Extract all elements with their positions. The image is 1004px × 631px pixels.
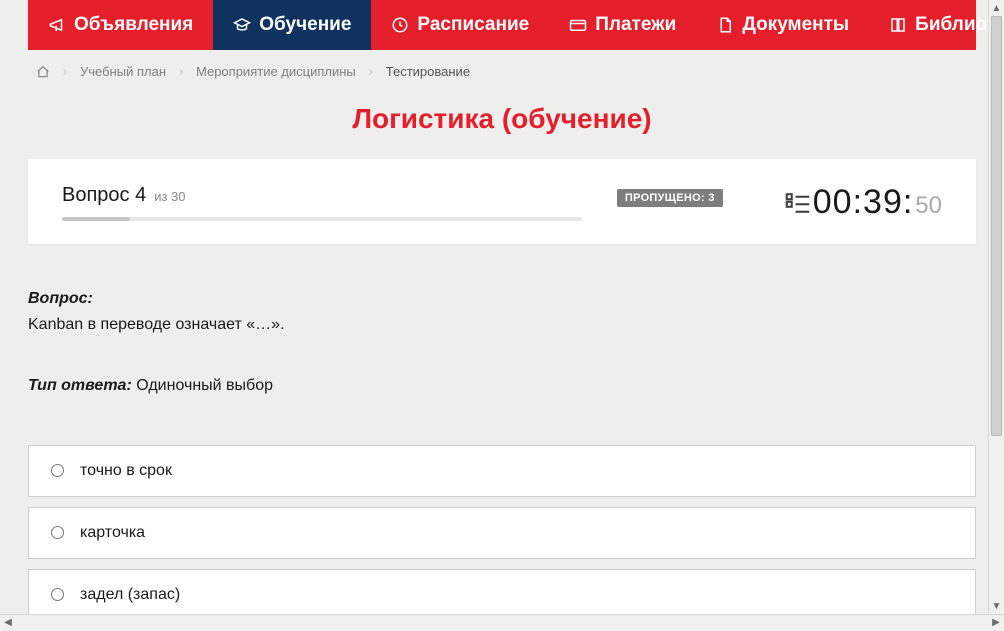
progress-bar	[62, 217, 582, 221]
clock-icon	[391, 16, 409, 34]
nav-label: Объявления	[74, 14, 193, 36]
question-number: Вопрос 4	[62, 184, 146, 207]
megaphone-icon	[48, 16, 66, 34]
horizontal-scrollbar[interactable]: ◀ ▶	[0, 614, 1004, 630]
chevron-right-icon	[176, 67, 186, 77]
option-label: задел (запас)	[80, 586, 180, 604]
scrollbar-thumb[interactable]	[991, 16, 1002, 436]
progress-fill	[62, 217, 130, 221]
top-nav: Объявления Обучение Расписание Платежи Д…	[28, 0, 976, 50]
option-label: карточка	[80, 524, 145, 542]
scroll-down-arrow[interactable]: ▼	[989, 598, 1004, 614]
breadcrumb: Учебный план Мероприятие дисциплины Тест…	[0, 50, 1004, 89]
option-item[interactable]: задел (запас)	[28, 569, 976, 614]
scroll-right-arrow[interactable]: ▶	[988, 615, 1004, 631]
nav-education[interactable]: Обучение	[213, 0, 371, 50]
card-icon	[569, 16, 587, 34]
timer: 00:39:50	[813, 183, 942, 222]
doc-icon	[716, 16, 734, 34]
nav-payments[interactable]: Платежи	[549, 0, 696, 50]
timer-main: 00:39:	[813, 183, 914, 222]
skipped-badge: ПРОПУЩЕНО: 3	[617, 189, 723, 207]
nav-label: Расписание	[417, 14, 529, 36]
vertical-scrollbar[interactable]: ▲ ▼	[988, 0, 1004, 614]
breadcrumb-link[interactable]: Учебный план	[80, 64, 166, 79]
answer-type-value: Одиночный выбор	[136, 377, 273, 394]
nav-library[interactable]: Библиотека	[869, 0, 1004, 50]
page-title: Логистика (обучение)	[0, 103, 1004, 135]
nav-label: Платежи	[595, 14, 676, 36]
timer-seconds: 50	[915, 192, 942, 220]
breadcrumb-link[interactable]: Мероприятие дисциплины	[196, 64, 356, 79]
question-header-card: Вопрос 4 из 30 ПРОПУЩЕНО: 3 00:39:50	[28, 159, 976, 244]
question-list-icon[interactable]	[783, 188, 813, 218]
chevron-right-icon	[60, 67, 70, 77]
option-item[interactable]: карточка	[28, 507, 976, 559]
nav-schedule[interactable]: Расписание	[371, 0, 549, 50]
book-icon	[889, 16, 907, 34]
scroll-up-arrow[interactable]: ▲	[989, 0, 1004, 16]
option-radio[interactable]	[51, 588, 64, 601]
nav-documents[interactable]: Документы	[696, 0, 869, 50]
nav-label: Обучение	[259, 14, 351, 36]
option-radio[interactable]	[51, 526, 64, 539]
nav-label: Документы	[742, 14, 849, 36]
question-total: из 30	[154, 189, 185, 204]
scroll-left-arrow[interactable]: ◀	[0, 615, 16, 631]
question-label: Вопрос:	[28, 290, 93, 307]
question-text: Kanban в переводе означает «…».	[28, 316, 285, 333]
option-label: точно в срок	[80, 462, 172, 480]
nav-announcements[interactable]: Объявления	[28, 0, 213, 50]
answer-type-label: Тип ответа:	[28, 377, 132, 394]
option-item[interactable]: точно в срок	[28, 445, 976, 497]
option-radio[interactable]	[51, 464, 64, 477]
breadcrumb-current: Тестирование	[386, 64, 470, 79]
chevron-right-icon	[366, 67, 376, 77]
question-body: Вопрос: Kanban в переводе означает «…». …	[28, 286, 976, 399]
graduation-icon	[233, 16, 251, 34]
breadcrumb-home[interactable]	[36, 65, 50, 79]
options-list: точно в срок карточка задел (запас)	[28, 445, 976, 614]
